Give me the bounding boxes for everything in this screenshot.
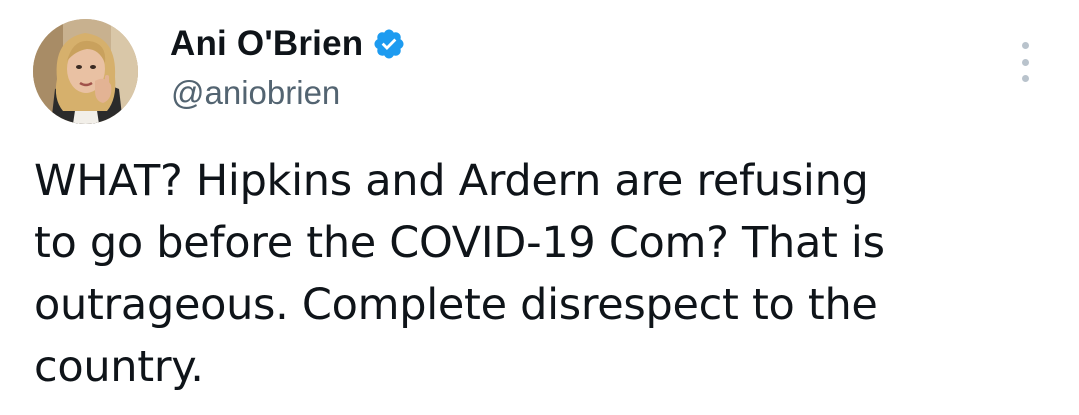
- author-name-row: Ani O'Brien: [170, 22, 406, 66]
- more-dot: [1021, 58, 1029, 66]
- verified-badge-icon[interactable]: [372, 27, 406, 61]
- avatar-photo: [33, 19, 138, 124]
- author-display-name[interactable]: Ani O'Brien: [170, 24, 363, 64]
- more-dot: [1021, 42, 1029, 49]
- tweet-text-line: outrageous. Complete disrespect to the: [34, 280, 878, 330]
- avatar[interactable]: [33, 19, 138, 124]
- tweet-text-line: WHAT? Hipkins and Ardern are refusing: [34, 156, 869, 206]
- more-options-icon[interactable]: [1012, 40, 1038, 84]
- tweet-text-line: to go before the COVID-19 Com? That is: [34, 218, 885, 268]
- tweet-text: WHAT? Hipkins and Ardern are refusing to…: [34, 150, 1034, 398]
- tweet-text-line: country.: [34, 342, 204, 392]
- more-dot: [1021, 75, 1029, 82]
- tweet-card: Ani O'Brien @aniobrien WHAT? Hipkins and…: [0, 0, 1079, 415]
- author-handle[interactable]: @aniobrien: [171, 74, 340, 112]
